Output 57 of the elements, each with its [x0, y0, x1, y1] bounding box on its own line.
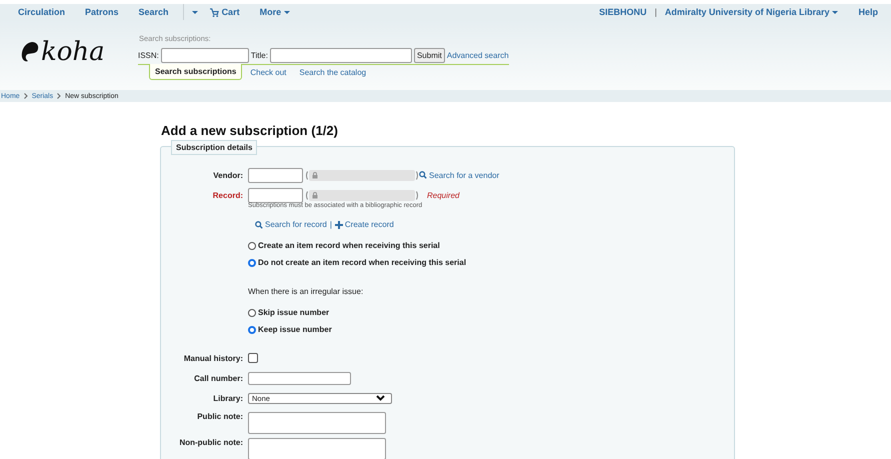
logo[interactable]: koha	[20, 36, 110, 68]
cart-link[interactable]: Cart	[210, 7, 240, 17]
help-link[interactable]: Help	[858, 7, 878, 17]
call-number-field[interactable]	[248, 372, 351, 384]
issn-label: ISSN:	[138, 51, 159, 60]
cart-icon	[210, 8, 219, 16]
search-icon	[255, 220, 263, 228]
non-public-note-field[interactable]	[248, 438, 386, 459]
search-icon	[419, 171, 427, 179]
record-field[interactable]	[248, 188, 303, 202]
radio-option[interactable]: Do not create an item record when receiving this serial	[248, 258, 734, 267]
radio-option[interactable]: Create an item record when receiving this serial	[248, 241, 734, 250]
submit-button[interactable]: Submit	[414, 48, 445, 63]
lock-icon	[312, 172, 318, 178]
field-label: Non-public note:	[178, 438, 243, 447]
create-record-link[interactable]: Create record	[334, 220, 394, 229]
plus-icon	[334, 220, 343, 228]
page-heading: Add a new subscription (1/2)	[161, 123, 339, 138]
field-label: Manual history:	[182, 354, 243, 362]
search-tab[interactable]: Check out	[245, 65, 292, 80]
parenthesis-icon	[416, 190, 419, 200]
search-tab[interactable]: Search the catalog	[294, 65, 372, 80]
field-label: Call number:	[193, 374, 243, 382]
vendor-field[interactable]	[248, 168, 303, 182]
issn-field[interactable]	[160, 48, 249, 63]
field-label: Vendor:	[212, 170, 243, 180]
link-separator: |	[330, 220, 332, 229]
search-record-link[interactable]: Search for record	[255, 220, 327, 229]
logo-icon	[20, 41, 40, 63]
field-label: Library:	[212, 394, 243, 402]
nav-link[interactable]: Circulation	[18, 7, 66, 17]
chevron-icon	[24, 93, 28, 99]
radio-option[interactable]: Keep issue number	[248, 325, 734, 334]
parenthesis-icon	[416, 170, 419, 180]
nav-link[interactable]: Search	[138, 7, 169, 17]
parenthesis-icon	[305, 190, 308, 200]
caret-icon[interactable]	[192, 10, 198, 14]
field-label: Public note:	[196, 412, 243, 421]
parenthesis-icon	[305, 170, 308, 180]
required-note: Required	[427, 190, 460, 200]
checkbox[interactable]	[248, 353, 258, 363]
search-tab[interactable]: Search subscriptions	[149, 64, 242, 80]
more-menu[interactable]: More	[260, 7, 290, 17]
user-menu[interactable]: SIEBHONU | Admiralty University of Nigeria Library	[599, 7, 838, 17]
radio-option[interactable]: Skip issue number	[248, 308, 734, 317]
chevron-icon	[57, 93, 62, 99]
advanced-search-link[interactable]: Advanced search	[446, 51, 509, 60]
field-label: Record:	[212, 190, 243, 200]
nav-link[interactable]: Patrons	[85, 7, 119, 17]
public-note-field[interactable]	[248, 412, 386, 434]
vendor-search-link[interactable]: Search for a vendor	[419, 170, 500, 180]
title-label: Title:	[250, 51, 268, 60]
title-field[interactable]	[270, 48, 412, 63]
chevron-icon	[376, 395, 385, 401]
irregular-label: When there is an irregular issue:	[248, 287, 364, 296]
section-legend: Subscription details	[171, 140, 258, 155]
lock-icon	[312, 192, 318, 198]
